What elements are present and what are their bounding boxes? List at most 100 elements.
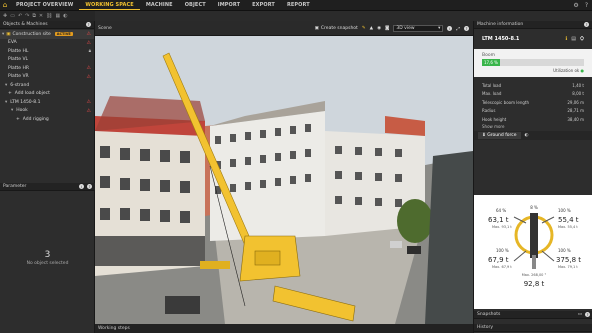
objects-panel-title: Objects & Machines: [3, 22, 48, 27]
stat-value: 1,40 t: [572, 82, 584, 88]
fullscreen-icon[interactable]: ⤢: [456, 26, 460, 32]
table-icon[interactable]: ▤: [571, 36, 576, 42]
ground-force-graphic: 8 % 64 % 63,1 t Max. 93,1 t 100 % 55,4 t…: [488, 205, 581, 288]
stat-label: Telescopic boom length: [482, 99, 529, 105]
minimize-icon[interactable]: ▭: [578, 312, 582, 317]
working-steps-panel[interactable]: Working steps: [95, 324, 473, 333]
help-icon[interactable]: ?: [585, 2, 588, 9]
scene-viewport[interactable]: [95, 36, 473, 324]
home-icon[interactable]: ⌂: [0, 0, 10, 11]
bl-max: Max. 67,9 t: [492, 265, 512, 269]
machine-name: LTM 1450-8.1: [482, 36, 520, 42]
chevron-down-icon[interactable]: ▾: [5, 100, 7, 105]
plus-icon: +: [16, 116, 20, 122]
delete-icon[interactable]: ✕: [39, 13, 43, 19]
nav-object[interactable]: OBJECT: [179, 0, 212, 10]
nav-project-overview[interactable]: PROJECT OVERVIEW: [10, 0, 79, 10]
info-icon[interactable]: i: [447, 26, 453, 31]
help-icon[interactable]: ?: [464, 26, 469, 31]
stat-max-load: Max. load 8,00 t: [482, 90, 584, 99]
nav-import[interactable]: IMPORT: [212, 0, 246, 10]
triangle-icon[interactable]: ▲: [370, 26, 373, 31]
utilization-text: Utilization ok: [553, 68, 580, 73]
add-load-object-button[interactable]: + Add load object: [0, 90, 94, 99]
chevron-down-icon[interactable]: ▾: [5, 83, 7, 88]
stat-value: 8,00 t: [572, 91, 584, 97]
tree-item-label: EVA: [8, 40, 17, 46]
object-tree: ▾ ▣ Construction site ACTIVE ⚠ EVA ⚠ Plat…: [0, 29, 94, 124]
redo-icon[interactable]: ↷: [25, 13, 29, 19]
nav-working-space[interactable]: WORKING SPACE: [79, 0, 140, 10]
top-percentage: 8 %: [530, 205, 538, 210]
tree: [397, 199, 433, 243]
tr-max: Max. 55,4 t: [558, 225, 578, 229]
help-icon[interactable]: ?: [86, 22, 91, 27]
tl-value: 63,1 t: [488, 216, 509, 224]
info-icon[interactable]: i: [79, 184, 84, 189]
boom-label: Boom: [482, 53, 495, 58]
lock-icon[interactable]: 🔒︎: [89, 48, 91, 54]
machine-info-panel: Machine information ? LTM 1450-8.1 ℹ ▤ ⛭…: [473, 21, 592, 333]
add-icon[interactable]: ✚: [3, 13, 7, 19]
measure-icon[interactable]: ✎: [362, 26, 366, 31]
view-select[interactable]: 3D view ▾: [393, 25, 444, 32]
working-steps-title: Working steps: [98, 326, 130, 331]
crane-icon[interactable]: ⛭: [580, 36, 584, 42]
nav-report[interactable]: REPORT: [281, 0, 316, 10]
tree-item-platte-vr[interactable]: Platte VR ⚠: [0, 73, 94, 82]
outrigger-line: [541, 250, 555, 262]
tree-item-platte-hr[interactable]: Platte HR ⚠: [0, 64, 94, 73]
stat-total-load: Total load 1,40 t: [482, 81, 584, 90]
undo-icon[interactable]: ↶: [18, 13, 22, 19]
show-more-link[interactable]: Show more: [474, 124, 592, 131]
settings-icon[interactable]: ⚙: [573, 2, 578, 9]
help-icon[interactable]: ?: [87, 184, 92, 189]
tree-item-hook[interactable]: ▾ Hook ⚠: [0, 107, 94, 116]
tab-ground-force[interactable]: ⬇ Ground force: [478, 131, 521, 139]
warning-icon: ⚠: [86, 107, 91, 114]
tree-item-machine[interactable]: ▾ LTM 1450-8.1 ⚠: [0, 98, 94, 107]
nav-export[interactable]: EXPORT: [246, 0, 281, 10]
group-icon[interactable]: ▦: [55, 13, 60, 19]
camera-icon: ▣: [314, 26, 319, 31]
tree-item-platte-hl[interactable]: Platte HL 🔒︎: [0, 47, 94, 56]
check-icon: ●: [580, 68, 585, 73]
copy-icon[interactable]: ⧉: [32, 13, 36, 19]
history-panel[interactable]: History: [474, 324, 592, 333]
bl-percentage: 100 %: [496, 248, 509, 253]
tree-item-construction-site[interactable]: ▾ ▣ Construction site ACTIVE ⚠: [0, 30, 94, 39]
history-title: History: [477, 325, 494, 330]
nav-machine[interactable]: MACHINE: [140, 0, 179, 10]
add-rigging-button[interactable]: + Add rigging: [0, 115, 94, 124]
folder-icon[interactable]: ▭: [10, 13, 15, 19]
help-icon[interactable]: ?: [585, 312, 590, 317]
info-icon[interactable]: ℹ: [565, 36, 567, 42]
link-icon[interactable]: ⛓: [46, 13, 52, 19]
chevron-down-icon: ▾: [438, 26, 441, 31]
tree-item-eva[interactable]: EVA ⚠: [0, 39, 94, 48]
warning-icon: ⚠: [86, 99, 91, 106]
stat-radius: Radius 28,71 m: [482, 107, 584, 116]
warning-icon: ⚠: [86, 39, 91, 46]
tree-item-platte-vl[interactable]: Platte VL: [0, 56, 94, 65]
br-value: 375,8 t: [556, 256, 581, 264]
create-snapshot-button[interactable]: ▣ Create snapshot: [315, 26, 358, 31]
machine-info-title: Machine information: [477, 22, 524, 27]
br-max: Max. 79,1 t: [558, 265, 578, 269]
tree-item-strand[interactable]: ▾ 6-strand: [0, 81, 94, 90]
plus-icon: +: [8, 91, 12, 97]
visibility-icon[interactable]: ◐: [63, 13, 67, 19]
globe-icon[interactable]: ◉: [377, 26, 381, 31]
camera-icon[interactable]: ◙: [385, 26, 389, 31]
snapshots-panel[interactable]: Snapshots ▭ ?: [474, 311, 592, 320]
help-icon[interactable]: ?: [584, 22, 589, 27]
tr-value: 55,4 t: [558, 216, 579, 224]
car: [407, 246, 421, 254]
chevron-down-icon[interactable]: ▾: [11, 108, 13, 113]
warning-icon: ⚠: [86, 65, 91, 72]
history-header: History: [474, 324, 592, 332]
ground-force-diagram: 8 % 64 % 63,1 t Max. 93,1 t 100 % 55,4 t…: [474, 195, 592, 309]
left-building: [95, 96, 205, 276]
tab-rotation[interactable]: ◐: [525, 133, 529, 138]
button-label: Add load object: [14, 91, 50, 97]
